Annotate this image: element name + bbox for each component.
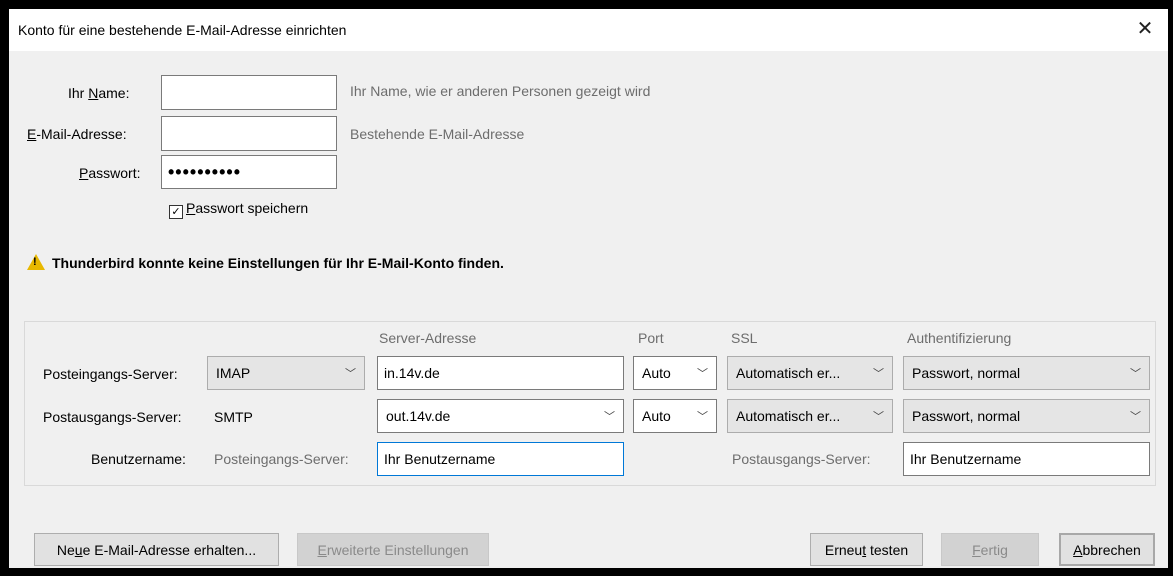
retest-button[interactable]: Erneut testen	[810, 533, 923, 566]
header-authentication: Authentifizierung	[907, 330, 1012, 346]
incoming-port-value: Auto	[642, 365, 671, 381]
warning-message: ! Thunderbird konnte keine Einstellungen …	[27, 254, 504, 271]
cancel-button[interactable]: Abbrechen	[1059, 533, 1155, 566]
outgoing-username-input[interactable]: Ihr Benutzername	[903, 442, 1150, 476]
outgoing-port-select[interactable]: Auto ﹀	[633, 399, 717, 433]
chevron-down-icon: ﹀	[697, 368, 708, 380]
email-label: E-Mail-Adresse:	[27, 126, 127, 142]
incoming-username-input[interactable]: Ihr Benutzername	[377, 442, 624, 476]
incoming-auth-select[interactable]: Passwort, normal ﹀	[903, 356, 1150, 390]
outgoing-username-label: Postausgangs-Server:	[732, 451, 871, 467]
dialog-title: Konto für eine bestehende E-Mail-Adresse…	[18, 22, 347, 38]
outgoing-server-label: Postausgangs-Server:	[43, 409, 182, 425]
incoming-auth-value: Passwort, normal	[912, 365, 1021, 381]
outgoing-address-combobox[interactable]: out.14v.de ﹀	[377, 399, 624, 433]
outgoing-ssl-value: Automatisch er...	[736, 408, 841, 424]
incoming-protocol-value: IMAP	[216, 365, 251, 381]
remember-password-checkbox[interactable]: ✓ Passwort speichern	[169, 200, 308, 219]
email-input[interactable]	[161, 116, 337, 151]
name-hint: Ihr Name, wie er anderen Personen gezeig…	[350, 83, 651, 99]
incoming-username-value: Ihr Benutzername	[384, 451, 496, 467]
incoming-address-input[interactable]: in.14v.de	[377, 356, 624, 390]
title-bar: Konto für eine bestehende E-Mail-Adresse…	[9, 9, 1168, 51]
checkmark-icon: ✓	[169, 205, 183, 219]
incoming-server-label: Posteingangs-Server:	[43, 366, 178, 382]
chevron-down-icon: ﹀	[604, 411, 615, 423]
chevron-down-icon: ﹀	[697, 411, 708, 423]
password-input-value: ••••••••••	[168, 161, 242, 182]
close-icon[interactable]: ✕	[1122, 9, 1168, 51]
outgoing-ssl-select[interactable]: Automatisch er... ﹀	[727, 399, 893, 433]
chevron-down-icon: ﹀	[1130, 411, 1141, 423]
username-label: Benutzername:	[91, 451, 186, 467]
done-button[interactable]: Fertig	[941, 533, 1039, 566]
name-input[interactable]	[161, 75, 337, 110]
done-label: Fertig	[972, 541, 1008, 558]
incoming-address-value: in.14v.de	[384, 365, 440, 381]
incoming-port-select[interactable]: Auto ﹀	[633, 356, 717, 390]
incoming-username-label: Posteingangs-Server:	[214, 451, 349, 467]
chevron-down-icon: ﹀	[1130, 368, 1141, 380]
name-label: Ihr Name:	[68, 85, 130, 101]
chevron-down-icon: ﹀	[873, 411, 884, 423]
new-email-address-label: Neue E-Mail-Adresse erhalten...	[56, 541, 257, 558]
email-hint: Bestehende E-Mail-Adresse	[350, 126, 525, 142]
retest-label: Erneut testen	[824, 541, 909, 558]
warning-icon: !	[27, 254, 45, 270]
outgoing-protocol-text: SMTP	[214, 409, 253, 425]
password-input[interactable]: ••••••••••	[161, 155, 337, 189]
warning-text: Thunderbird konnte keine Einstellungen f…	[52, 255, 504, 271]
chevron-down-icon: ﹀	[873, 368, 884, 380]
incoming-protocol-select[interactable]: IMAP ﹀	[207, 356, 365, 390]
new-email-address-button[interactable]: Neue E-Mail-Adresse erhalten...	[34, 533, 279, 566]
outgoing-auth-select[interactable]: Passwort, normal ﹀	[903, 399, 1150, 433]
advanced-settings-label: Erweiterte Einstellungen	[317, 541, 469, 558]
outgoing-auth-value: Passwort, normal	[912, 408, 1021, 424]
outgoing-port-value: Auto	[642, 408, 671, 424]
dialog-body: Ihr Name: Ihr Name, wie er anderen Perso…	[9, 51, 1168, 568]
header-server-address: Server-Adresse	[379, 330, 477, 346]
cancel-label: Abbrechen	[1073, 541, 1141, 558]
password-label: Passwort:	[79, 165, 141, 181]
incoming-ssl-select[interactable]: Automatisch er... ﹀	[727, 356, 893, 390]
server-settings-panel: Server-Adresse Port SSL Authentifizierun…	[24, 321, 1156, 486]
chevron-down-icon: ﹀	[345, 368, 356, 380]
header-ssl: SSL	[731, 330, 758, 346]
account-setup-dialog: Konto für eine bestehende E-Mail-Adresse…	[9, 9, 1168, 568]
outgoing-address-value: out.14v.de	[386, 408, 451, 424]
remember-password-label: Passwort speichern	[186, 200, 309, 216]
outgoing-username-value: Ihr Benutzername	[910, 451, 1022, 467]
incoming-ssl-value: Automatisch er...	[736, 365, 841, 381]
advanced-settings-button[interactable]: Erweiterte Einstellungen	[297, 533, 489, 566]
header-port: Port	[638, 330, 664, 346]
